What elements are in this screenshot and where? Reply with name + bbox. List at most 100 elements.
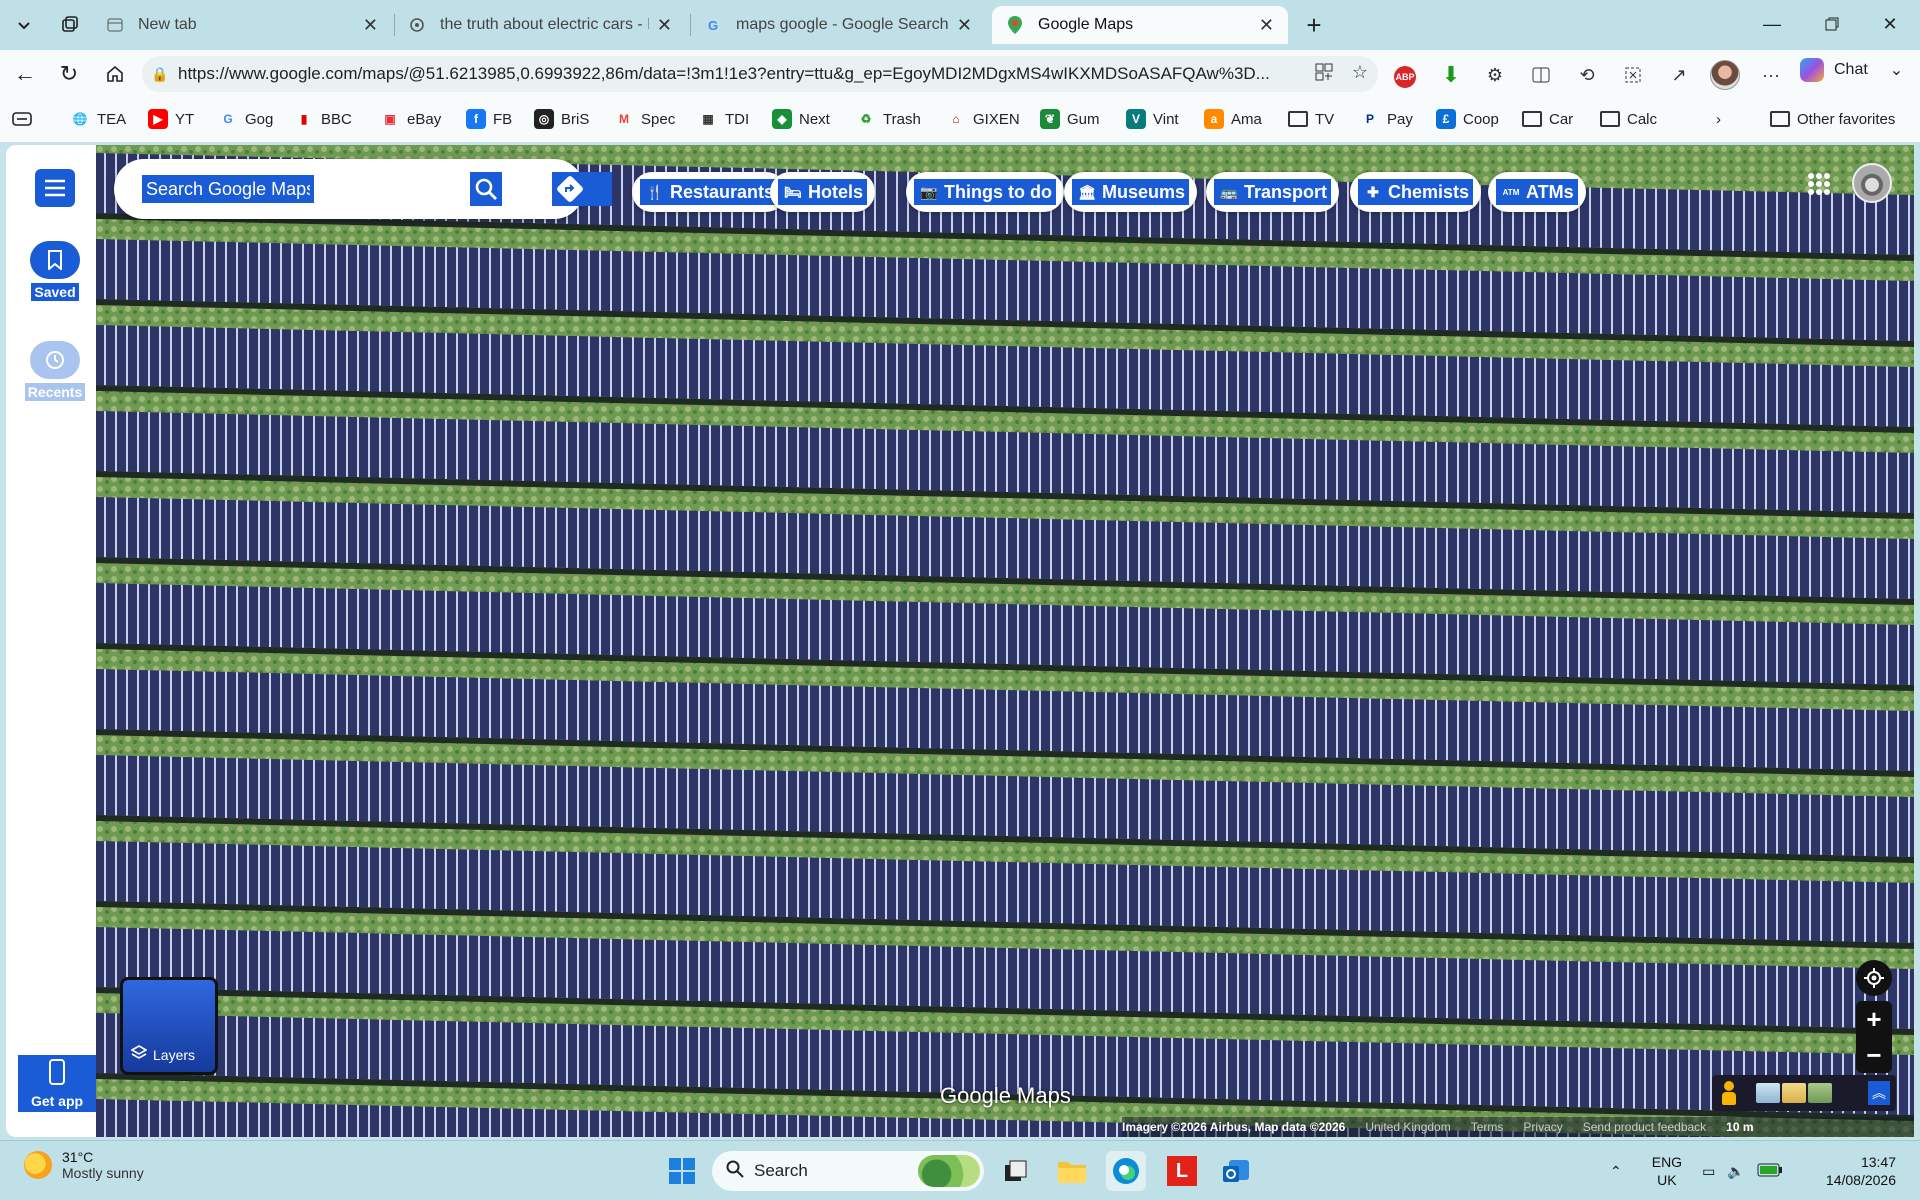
my-location-icon[interactable] [1856, 960, 1892, 996]
favorite-trash[interactable]: ♻ Trash [856, 106, 921, 132]
taskbar-clock[interactable]: 13:47 14/08/2026 [1810, 1153, 1896, 1189]
home-icon[interactable] [98, 58, 132, 90]
close-tab-icon[interactable]: ✕ [363, 15, 378, 36]
region-link[interactable]: United Kingdom [1365, 1120, 1450, 1134]
directions-icon[interactable] [552, 172, 612, 206]
feedback-link[interactable]: Send product feedback [1583, 1120, 1706, 1134]
app-l-icon[interactable]: L [1162, 1151, 1202, 1191]
share-icon[interactable]: ↗ [1664, 60, 1694, 90]
address-url[interactable]: https://www.google.com/maps/@51.6213985,… [178, 64, 1378, 84]
chip-museums[interactable]: 🏛 Museums [1064, 172, 1198, 212]
taskbar-search-box[interactable]: Search [712, 1151, 984, 1191]
more-options-icon[interactable]: ··· [1756, 60, 1786, 90]
tab-google-maps[interactable]: Google Maps ✕ [992, 6, 1288, 44]
back-arrow-icon[interactable]: ← [8, 58, 42, 90]
minimize-icon[interactable]: — [1752, 8, 1792, 40]
satellite-map[interactable]: 🍴 Restaurants 🛏 Hotels 📷 Things to do 🏛 Museums… [96, 145, 1914, 1137]
chevron-down-icon[interactable]: ⌄ [1890, 60, 1903, 80]
favorite-yt[interactable]: ▶ YT [148, 106, 194, 132]
extensions-icon[interactable]: ⚙ [1480, 60, 1510, 90]
tab-actions-chevron-icon[interactable] [6, 8, 42, 42]
favorites-overflow-chevron-icon[interactable]: › [1716, 106, 1721, 132]
favorite-gum[interactable]: ❦ Gum [1040, 106, 1100, 132]
adblock-icon[interactable]: ABP [1390, 60, 1420, 90]
favorite-pay[interactable]: P Pay [1360, 106, 1413, 132]
account-avatar[interactable] [1852, 163, 1892, 203]
chip-restaurants[interactable]: 🍴 Restaurants [632, 172, 787, 212]
outlook-icon[interactable] [1216, 1151, 1256, 1191]
split-screen-icon[interactable] [1526, 60, 1556, 90]
favorite-spec[interactable]: M Spec [614, 106, 675, 132]
chip-atms[interactable]: ATM ATMs [1488, 172, 1586, 212]
privacy-link[interactable]: Privacy [1523, 1120, 1562, 1134]
map-type-thumbnail[interactable] [1756, 1083, 1780, 1103]
tab-maps-google-search[interactable]: G maps google - Google Search ✕ [690, 6, 986, 44]
terms-link[interactable]: Terms [1471, 1120, 1504, 1134]
search-input[interactable] [142, 175, 314, 203]
favorite-star-icon[interactable]: ☆ [1346, 58, 1374, 86]
history-icon[interactable]: ⟲ [1572, 60, 1602, 90]
address-bar[interactable]: 🔒 https://www.google.com/maps/@51.621398… [142, 56, 1378, 92]
layers-button[interactable]: Layers [120, 977, 218, 1075]
other-favorites[interactable]: Other favorites [1770, 106, 1895, 132]
favorite-next[interactable]: ◆ Next [772, 106, 830, 132]
menu-button[interactable] [18, 169, 92, 207]
favorites-toggle-icon[interactable] [12, 106, 32, 132]
recents-button[interactable]: Recents [18, 341, 92, 401]
tab-electric-cars[interactable]: the truth about electric cars - Page ✕ [394, 6, 686, 44]
close-tab-icon[interactable]: ✕ [957, 15, 972, 36]
file-explorer-icon[interactable] [1052, 1151, 1092, 1191]
zoom-in-icon[interactable]: + [1856, 1001, 1892, 1037]
favorite-bris[interactable]: ◎ BriS [534, 106, 589, 132]
close-tab-icon[interactable]: ✕ [657, 15, 672, 36]
profile-avatar[interactable] [1710, 60, 1740, 90]
favorite-car[interactable]: Car [1522, 106, 1573, 132]
download-arrow-icon[interactable]: ⬇ [1436, 60, 1466, 90]
weather-widget[interactable]: 31°C Mostly sunny [24, 1149, 144, 1181]
windows-start-icon[interactable] [662, 1151, 702, 1191]
chip-things-to-do[interactable]: 📷 Things to do [906, 172, 1064, 212]
volume-icon[interactable]: 🔈 [1727, 1163, 1744, 1180]
tray-overflow-chevron-icon[interactable]: ⌃ [1610, 1163, 1622, 1180]
terrain-thumbnail[interactable] [1782, 1083, 1806, 1103]
favorite-calc[interactable]: Calc [1600, 106, 1657, 132]
app-available-icon[interactable] [1310, 58, 1338, 86]
display-icon[interactable]: ▭ [1702, 1163, 1715, 1180]
favorite-bbc[interactable]: ▮ BBC [294, 106, 352, 132]
scale-label[interactable]: 10 m [1726, 1120, 1753, 1134]
favorite-vint[interactable]: V Vint [1126, 106, 1179, 132]
site-info-icon[interactable]: 🔒 [142, 66, 178, 83]
chip-transport[interactable]: 🚌 Transport [1206, 172, 1340, 212]
close-tab-icon[interactable]: ✕ [1259, 15, 1274, 36]
refresh-icon[interactable]: ↻ [52, 58, 86, 90]
saved-button[interactable]: Saved [18, 241, 92, 301]
favorite-gog[interactable]: G Gog [218, 106, 273, 132]
get-app-button[interactable]: Get app [18, 1055, 96, 1112]
favorite-tea[interactable]: 🌐 TEA [70, 106, 127, 132]
task-view-icon[interactable] [996, 1151, 1036, 1191]
tab-new-tab[interactable]: New tab ✕ [92, 6, 392, 44]
workspaces-icon[interactable] [52, 8, 88, 42]
expand-chevron-icon[interactable]: ︽ [1868, 1081, 1890, 1105]
favorite-gixen[interactable]: ⌂ GIXEN [946, 106, 1019, 132]
restore-icon[interactable] [1812, 8, 1852, 40]
search-icon[interactable] [470, 172, 502, 206]
favorite-tdi[interactable]: ▦ TDI [698, 106, 749, 132]
chip-chemists[interactable]: ✚ Chemists [1350, 172, 1482, 212]
battery-icon[interactable] [1757, 1163, 1783, 1180]
satellite-thumbnail[interactable] [1808, 1083, 1832, 1103]
hamburger-menu-icon[interactable] [35, 169, 75, 207]
zoom-out-icon[interactable]: − [1856, 1037, 1892, 1073]
favorite-tv[interactable]: TV [1288, 106, 1334, 132]
favorite-ebay[interactable]: ▣ eBay [380, 106, 441, 132]
pegman-icon[interactable] [1722, 1081, 1736, 1105]
edge-browser-icon[interactable] [1106, 1151, 1146, 1191]
screenshot-icon[interactable] [1618, 60, 1648, 90]
chip-hotels[interactable]: 🛏 Hotels [770, 172, 876, 212]
new-tab-plus-icon[interactable]: + [1296, 8, 1332, 42]
close-window-icon[interactable]: ✕ [1870, 8, 1910, 40]
favorite-ama[interactable]: a Ama [1204, 106, 1262, 132]
search-box[interactable] [114, 159, 612, 219]
copilot-chat-button[interactable]: Chat ⌄ [1800, 58, 1903, 82]
language-indicator[interactable]: ENG UK [1652, 1153, 1682, 1189]
